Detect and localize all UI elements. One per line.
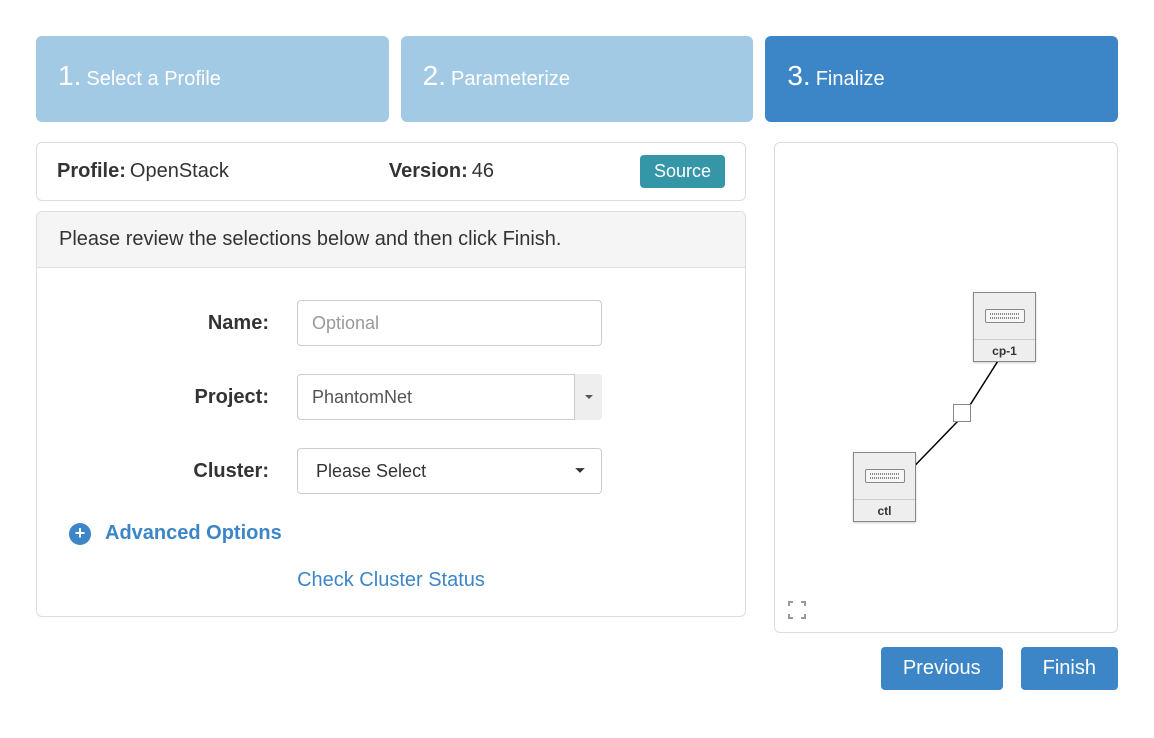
- step-select-profile[interactable]: 1. Select a Profile: [36, 36, 389, 122]
- name-label: Name:: [61, 312, 297, 335]
- panel-body: Name: Project: Cluster:: [37, 268, 745, 616]
- server-icon: [974, 293, 1035, 339]
- source-button[interactable]: Source: [640, 155, 725, 188]
- advanced-options-link: Advanced Options: [105, 522, 282, 545]
- expand-icon[interactable]: [787, 600, 807, 620]
- step-number: 1.: [58, 60, 81, 91]
- step-label: Parameterize: [451, 68, 570, 90]
- name-input[interactable]: [297, 300, 602, 346]
- step-label: Select a Profile: [86, 68, 221, 90]
- topology-junction[interactable]: [953, 404, 971, 422]
- left-column: Profile: OpenStack Version: 46 Source Pl…: [36, 142, 746, 690]
- version-value: 46: [472, 160, 494, 183]
- cluster-row: Cluster: Please Select: [61, 448, 721, 494]
- finish-button[interactable]: Finish: [1021, 647, 1118, 690]
- profile-value: OpenStack: [130, 160, 229, 183]
- wizard-page: 1. Select a Profile 2. Parameterize 3. F…: [0, 0, 1154, 738]
- profile-label: Profile:: [57, 160, 126, 183]
- step-number: 2.: [423, 60, 446, 91]
- topology-links: [775, 143, 1117, 632]
- version-label: Version:: [389, 160, 468, 183]
- previous-button[interactable]: Previous: [881, 647, 1003, 690]
- node-label: ctl: [854, 499, 915, 521]
- finalize-panel: Please review the selections below and t…: [36, 211, 746, 617]
- advanced-options-row[interactable]: + Advanced Options: [69, 522, 721, 545]
- profile-info-bar: Profile: OpenStack Version: 46 Source: [36, 142, 746, 201]
- step-label: Finalize: [816, 68, 885, 90]
- footer-buttons: Previous Finish: [774, 647, 1118, 690]
- project-row: Project:: [61, 374, 721, 420]
- topology-node-ctl[interactable]: ctl: [853, 452, 916, 522]
- panel-heading: Please review the selections below and t…: [37, 212, 745, 268]
- cluster-select[interactable]: Please Select: [297, 448, 602, 494]
- right-column: cp-1 ctl Previous Fi: [774, 142, 1118, 690]
- step-parameterize[interactable]: 2. Parameterize: [401, 36, 754, 122]
- project-label: Project:: [61, 386, 297, 409]
- topology-panel[interactable]: cp-1 ctl: [774, 142, 1118, 633]
- project-select[interactable]: [297, 374, 602, 420]
- step-finalize[interactable]: 3. Finalize: [765, 36, 1118, 122]
- topology-node-cp-1[interactable]: cp-1: [973, 292, 1036, 362]
- plus-circle-icon: +: [69, 523, 91, 545]
- step-number: 3.: [787, 60, 810, 91]
- server-icon: [854, 453, 915, 499]
- content-row: Profile: OpenStack Version: 46 Source Pl…: [36, 142, 1118, 690]
- check-cluster-status-link[interactable]: Check Cluster Status: [61, 569, 721, 592]
- cluster-label: Cluster:: [61, 460, 297, 483]
- wizard-steps: 1. Select a Profile 2. Parameterize 3. F…: [36, 36, 1118, 122]
- node-label: cp-1: [974, 339, 1035, 361]
- name-row: Name:: [61, 300, 721, 346]
